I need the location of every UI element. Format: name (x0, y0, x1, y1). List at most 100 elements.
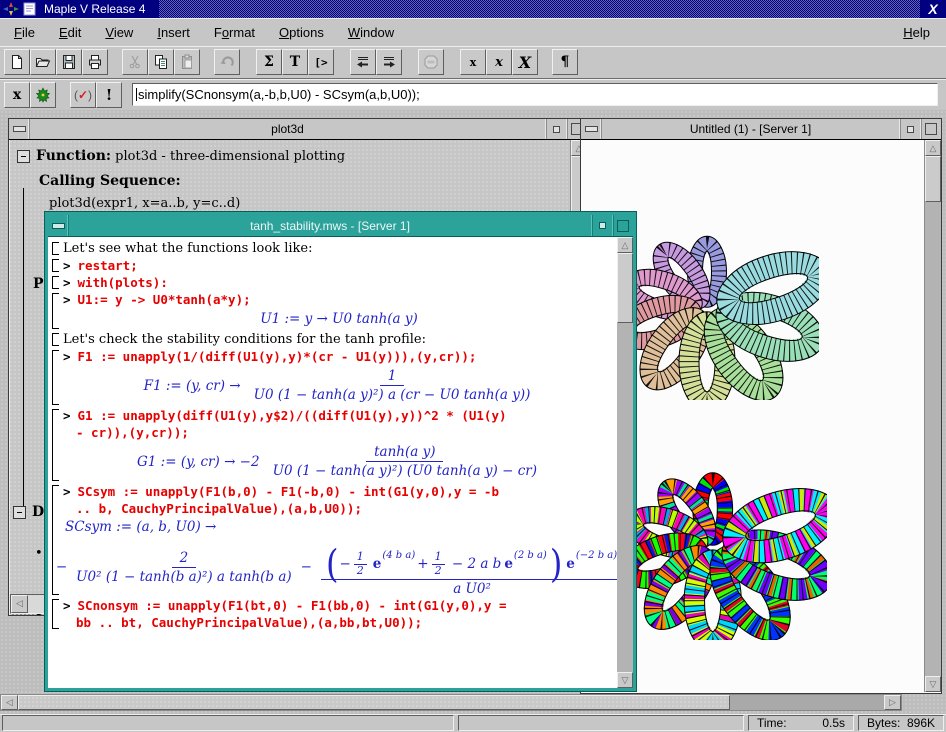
paste-button[interactable] (174, 49, 200, 75)
mdi-workspace: plot3d Function: plot3d - three-dimensio… (0, 110, 946, 714)
window-menu-button[interactable] (48, 215, 69, 236)
help-parameters-fragment: P (33, 276, 44, 292)
maple-prompt: > (63, 407, 71, 424)
new-button[interactable] (4, 49, 30, 75)
scroll-left-icon[interactable]: ◁ (11, 595, 28, 613)
titlebar-pattern[interactable] (159, 0, 920, 18)
rainbow-spiral-shell-plot (627, 456, 827, 640)
maple-prompt: > (63, 257, 71, 274)
group-bracket (52, 599, 59, 629)
help-function-line: Function: plot3d - three-dimensional plo… (36, 148, 345, 164)
scrollbar-thumb[interactable] (925, 156, 941, 202)
maple-prompt-button[interactable]: [> (308, 49, 334, 75)
paragraph-button[interactable]: ¶ (552, 49, 578, 75)
stop-button[interactable] (418, 49, 444, 75)
maple-input[interactable]: U1:= y -> U0*tanh(a*y); (78, 291, 251, 308)
undo-button[interactable] (214, 49, 240, 75)
scroll-down-icon[interactable]: ▽ (617, 672, 633, 688)
plot-window-titlebar[interactable]: Untitled (1) - [Server 1] (581, 119, 941, 140)
scroll-down-icon[interactable]: ▽ (925, 676, 941, 692)
menu-options[interactable]: Options (279, 25, 324, 40)
menu-file[interactable]: File (14, 25, 35, 40)
go-forward-button[interactable] (376, 49, 402, 75)
maple-input-continuation[interactable]: - cr)),(y,cr)); (76, 424, 189, 441)
maple-input[interactable]: F1 := unapply(1/(diff(U1(y),y)*(cr - U1(… (78, 348, 477, 365)
scroll-up-icon[interactable]: △ (925, 140, 941, 156)
window-minimize-button[interactable] (545, 119, 566, 139)
scroll-left-icon[interactable]: ◁ (1, 695, 18, 710)
scroll-right-icon[interactable]: ▷ (884, 695, 901, 710)
print-button[interactable] (82, 49, 108, 75)
window-minimize-button[interactable] (899, 119, 920, 139)
bytes-value: 896K (907, 716, 935, 730)
pastel-spiral-shell-plot (623, 220, 819, 400)
help-call-1: plot3d(expr1, x=a..b, y=c..d) (49, 196, 587, 211)
maple-leaf-button[interactable] (30, 82, 56, 108)
check-evaluate-button[interactable]: (✓) (70, 82, 96, 108)
group-bracket (52, 259, 59, 272)
worksheet-vertical-scrollbar[interactable]: △ ▽ (617, 237, 633, 688)
maple-input[interactable]: SCsym := unapply(F1(b,0) - F1(-b,0) - in… (78, 483, 499, 500)
collapse-section-icon[interactable] (17, 150, 30, 163)
window-maximize-button[interactable] (612, 215, 633, 236)
math-x-button[interactable]: x (4, 82, 30, 108)
app-title: Maple V Release 4 (44, 2, 159, 16)
scroll-up-icon[interactable]: △ (617, 237, 633, 253)
go-back-button[interactable] (350, 49, 376, 75)
group-bracket (52, 333, 59, 346)
main-horizontal-scrollbar[interactable]: ◁ ▷ (0, 694, 902, 711)
close-icon[interactable]: X (920, 0, 946, 18)
worksheet-text: Let's check the stability conditions for… (63, 331, 615, 348)
minimize-icon (599, 222, 606, 229)
maximize-icon (925, 123, 937, 135)
maple-input[interactable]: SCnonsym := unapply(F1(bt,0) - F1(bb,0) … (78, 597, 507, 614)
save-button[interactable] (56, 49, 82, 75)
text-group: Let's check the stability conditions for… (52, 331, 615, 348)
window-maximize-button[interactable] (920, 119, 941, 139)
worksheet-titlebar[interactable]: tanh_stability.mws - [Server 1] (48, 215, 633, 237)
window-menu-button[interactable] (581, 119, 602, 139)
undo-arrow-icon (219, 54, 235, 70)
back-arrow-icon (355, 54, 371, 70)
copy-icon (153, 54, 169, 70)
scrollbar-thumb[interactable] (18, 695, 730, 710)
menu-window[interactable]: Window (348, 25, 394, 40)
menu-help[interactable]: Help (903, 25, 930, 40)
text-caret (136, 88, 137, 101)
help-window-titlebar[interactable]: plot3d (9, 119, 587, 140)
maple-input[interactable]: with(plots): (78, 274, 168, 291)
maple-input[interactable]: G1 := unapply(diff(U1(y),y$2)/((diff(U1(… (78, 407, 507, 424)
expression-input[interactable]: simplify(SCnonsym(a,-b,b,U0) - SCsym(a,b… (132, 83, 938, 106)
copy-button[interactable] (148, 49, 174, 75)
maple-input-continuation[interactable]: bb .. bt, CauchyPrincipalValue),(a,bb,bt… (76, 614, 422, 631)
font-large-button[interactable]: X (512, 49, 538, 75)
execution-group: >U1:= y -> U0*tanh(a*y); U1 := y → U0 ta… (52, 291, 615, 331)
document-icon[interactable] (23, 2, 36, 16)
menu-view[interactable]: View (105, 25, 133, 40)
maple-input-continuation[interactable]: .. b, CauchyPrincipalValue),(a,b,U0)); (76, 500, 362, 517)
worksheet-content[interactable]: Let's see what the functions look like: … (48, 237, 617, 688)
statusbar: Time: 0.5s Bytes: 896K (0, 714, 946, 732)
text-mode-button[interactable]: T (282, 49, 308, 75)
menu-edit[interactable]: Edit (59, 25, 81, 40)
window-menu-button[interactable] (9, 119, 30, 139)
cut-button[interactable] (122, 49, 148, 75)
maple-prompt: > (63, 274, 71, 291)
maple-input[interactable]: restart; (78, 257, 138, 274)
maple-logo-icon (3, 2, 19, 16)
font-small-button[interactable]: x (460, 49, 486, 75)
collapse-section-icon[interactable] (13, 506, 26, 519)
menu-insert[interactable]: Insert (157, 25, 190, 40)
maple-leaf-icon (35, 87, 51, 103)
maple-output: G1 := (y, cr) → −2 tanh(a y)U0 (1 − tanh… (63, 444, 615, 479)
window-minimize-button[interactable] (591, 215, 612, 236)
bytes-label: Bytes: (867, 716, 900, 730)
font-italic-button[interactable]: x (486, 49, 512, 75)
scrollbar-thumb[interactable] (617, 253, 633, 323)
plot-vertical-scrollbar[interactable]: △ ▽ (924, 140, 941, 692)
execute-button[interactable]: ! (96, 82, 122, 108)
open-button[interactable] (30, 49, 56, 75)
sigma-button[interactable]: Σ (256, 49, 282, 75)
menu-format[interactable]: Format (214, 25, 255, 40)
scrollbar-trough[interactable] (730, 695, 884, 710)
